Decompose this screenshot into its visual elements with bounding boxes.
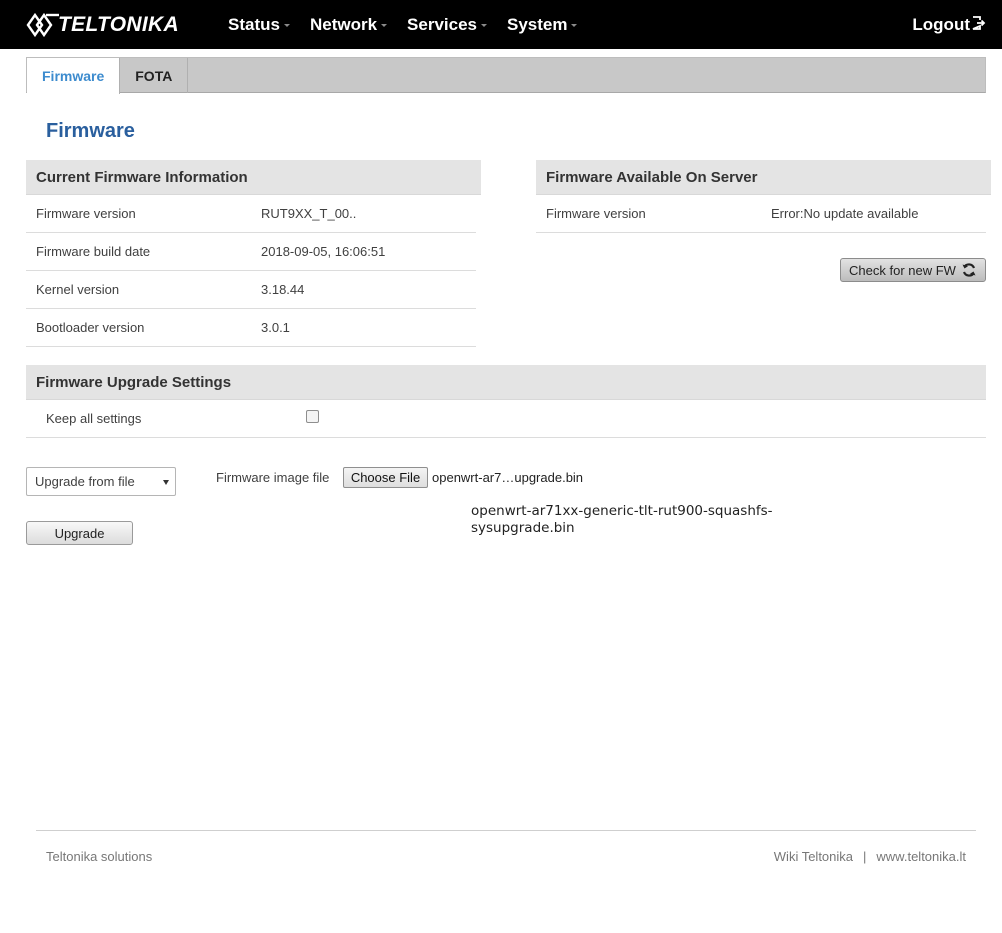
keep-settings-label: Keep all settings: [46, 411, 142, 426]
logout-button[interactable]: Logout: [912, 0, 986, 49]
menu-network[interactable]: Network: [309, 14, 388, 35]
menu-system-label: System: [507, 14, 568, 34]
current-fw-row-version: Firmware version RUT9XX_T_00..: [26, 195, 476, 233]
footer-links: Wiki Teltonika | www.teltonika.lt: [774, 849, 966, 864]
selected-file-name: openwrt-ar7…upgrade.bin: [432, 470, 584, 485]
teltonika-logo-icon: [26, 12, 59, 38]
check-new-fw-button[interactable]: Check for new FW: [840, 258, 986, 282]
footer-divider: [36, 830, 976, 831]
wiki-link[interactable]: Wiki Teltonika: [774, 849, 853, 864]
brand-name: TELTONIKA: [58, 13, 179, 36]
keep-settings-row: Keep all settings: [26, 400, 986, 438]
menu-system[interactable]: System: [507, 14, 578, 35]
row-label: Firmware version: [546, 206, 646, 221]
caret-down-icon: [381, 24, 388, 27]
tab-firmware[interactable]: Firmware: [27, 58, 121, 94]
row-label: Firmware version: [36, 206, 136, 221]
tab-fota[interactable]: FOTA: [120, 58, 189, 93]
logout-label: Logout: [912, 14, 970, 34]
teltonika-logo[interactable]: TELTONIKA: [26, 10, 179, 40]
caret-down-icon: [283, 24, 290, 27]
selected-file-full-name: openwrt-ar71xx-generic-tlt-rut900-squash…: [471, 503, 773, 536]
menu-services[interactable]: Services: [407, 15, 487, 35]
firmware-file-label: Firmware image file: [216, 470, 330, 485]
upgrade-settings-header: Firmware Upgrade Settings: [26, 365, 986, 400]
upgrade-button[interactable]: Upgrade: [26, 521, 133, 545]
current-firmware-header: Current Firmware Information: [26, 160, 481, 195]
menu-status-label: Status: [228, 14, 280, 34]
row-label: Bootloader version: [36, 320, 145, 335]
dropdown-arrow-icon: [163, 480, 169, 485]
choose-file-button[interactable]: Choose File: [343, 467, 428, 488]
caret-down-icon: [481, 24, 487, 27]
footer-company: Teltonika solutions: [46, 849, 153, 864]
row-label: Firmware build date: [36, 244, 151, 259]
row-label: Kernel version: [36, 282, 120, 297]
server-firmware-header: Firmware Available On Server: [536, 160, 991, 195]
row-value: 3.18.44: [261, 282, 305, 297]
page-title: Firmware: [46, 120, 135, 142]
firmware-tabs: Firmware FOTA: [26, 57, 986, 94]
top-navigation-bar: TELTONIKA Status Network Services System…: [0, 0, 1002, 49]
menu-services-label: Services: [407, 14, 477, 34]
check-new-fw-label: Check for new FW: [849, 262, 956, 278]
current-fw-row-build-date: Firmware build date 2018-09-05, 16:06:51: [26, 233, 476, 271]
upgrade-source-value: Upgrade from file: [35, 474, 135, 489]
keep-settings-checkbox[interactable]: [306, 410, 319, 423]
website-link[interactable]: www.teltonika.lt: [876, 849, 966, 864]
row-value: 2018-09-05, 16:06:51: [261, 244, 386, 259]
menu-status[interactable]: Status: [228, 15, 290, 35]
row-value: 3.0.1: [261, 320, 290, 335]
caret-down-icon: [571, 24, 578, 27]
server-fw-row-version: Firmware version Error:No update availab…: [536, 195, 986, 233]
logout-icon: [972, 15, 986, 30]
footer-separator: |: [863, 849, 867, 864]
refresh-icon: [962, 263, 976, 277]
row-value: Error:No update available: [771, 206, 919, 221]
main-menu: Status Network Services System: [228, 0, 597, 49]
current-fw-row-kernel: Kernel version 3.18.44: [26, 271, 476, 309]
menu-network-label: Network: [309, 14, 378, 34]
current-fw-row-bootloader: Bootloader version 3.0.1: [26, 309, 476, 347]
row-value: RUT9XX_T_00..: [261, 206, 357, 221]
upgrade-source-select[interactable]: Upgrade from file: [26, 467, 176, 496]
